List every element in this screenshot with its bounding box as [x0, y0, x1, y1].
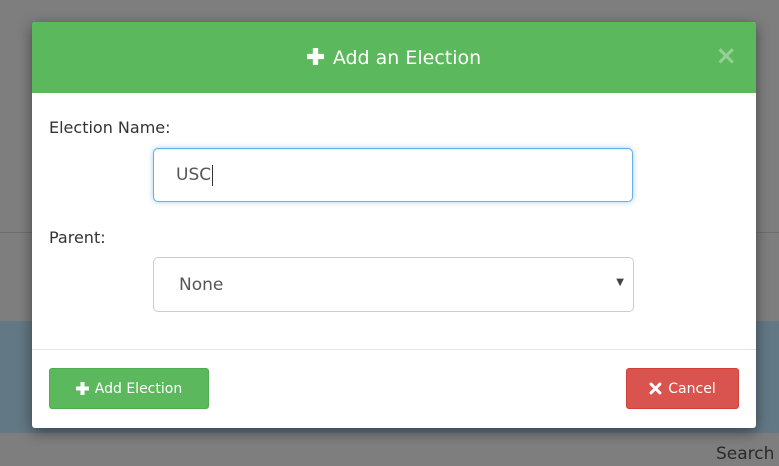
modal-header: Add an Election ×	[32, 22, 756, 93]
caret-down-icon: ▼	[616, 277, 624, 288]
parent-label: Parent:	[49, 228, 106, 247]
plus-icon	[75, 382, 89, 395]
parent-select[interactable]: None ▼	[153, 257, 634, 312]
add-election-button-label: Add Election	[94, 380, 183, 397]
add-election-modal: Add an Election × Election Name: USC Par…	[32, 22, 756, 428]
add-election-button[interactable]: Add Election	[49, 368, 209, 409]
modal-title: Add an Election	[32, 22, 756, 93]
modal-footer-divider	[32, 349, 756, 350]
parent-selected-value: None	[179, 274, 224, 295]
election-name-input[interactable]: USC	[153, 148, 633, 202]
text-cursor	[212, 164, 214, 186]
modal-title-text: Add an Election	[332, 46, 482, 69]
election-name-label: Election Name:	[49, 118, 171, 137]
background-footer	[0, 433, 779, 466]
times-icon	[649, 382, 662, 395]
close-icon[interactable]: ×	[715, 42, 737, 70]
plus-icon	[306, 48, 324, 65]
background-search-label: Search	[716, 444, 775, 464]
election-name-value: USC	[176, 165, 212, 185]
cancel-button-label: Cancel	[668, 380, 716, 397]
cancel-button[interactable]: Cancel	[626, 368, 739, 409]
